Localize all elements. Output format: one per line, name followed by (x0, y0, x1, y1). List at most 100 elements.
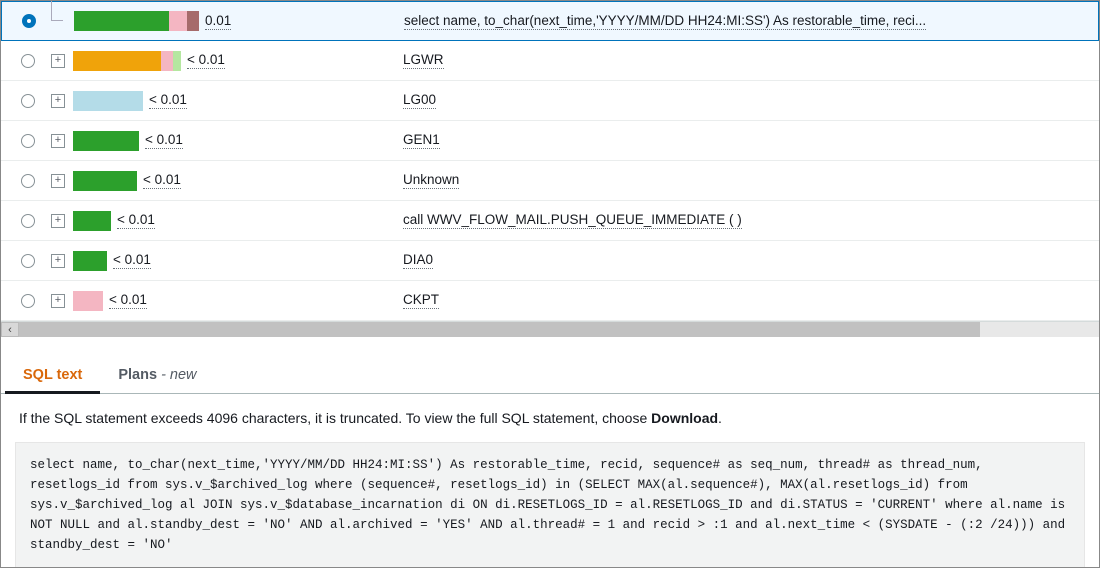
expand-icon[interactable]: + (51, 134, 65, 148)
tab-sql-text[interactable]: SQL text (5, 357, 100, 393)
row-radio[interactable] (21, 54, 35, 68)
load-bar-cell: < 0.01 (73, 291, 403, 311)
radio-cell (13, 54, 43, 68)
sql-code-block: select name, to_char(next_time,'YYYY/MM/… (15, 442, 1085, 568)
load-bar (74, 11, 199, 31)
desc-cell: Unknown (403, 172, 1087, 189)
load-bar (73, 211, 111, 231)
table-row[interactable]: + < 0.01 call WWV_FLOW_MAIL.PUSH_QUEUE_IMM… (1, 201, 1099, 241)
bar-segment (169, 11, 187, 31)
radio-cell (13, 294, 43, 308)
load-bar-cell: < 0.01 (73, 171, 403, 191)
table-row[interactable]: + < 0.01 DIA0 (1, 241, 1099, 281)
table-row[interactable]: 0.01 select name, to_char(next_time,'YYYY… (1, 1, 1099, 41)
bar-segment (73, 51, 161, 71)
scroll-thumb[interactable] (19, 322, 980, 337)
row-radio[interactable] (21, 174, 35, 188)
expand-icon[interactable]: + (51, 174, 65, 188)
load-bar-cell: < 0.01 (73, 51, 403, 71)
expand-icon[interactable]: + (51, 254, 65, 268)
truncation-notice: If the SQL statement exceeds 4096 charac… (1, 394, 1099, 442)
expand-icon[interactable]: + (51, 54, 65, 68)
radio-cell (13, 94, 43, 108)
sql-summary[interactable]: LG00 (403, 92, 436, 109)
horizontal-scrollbar[interactable]: ‹ (1, 321, 1099, 337)
load-bar (73, 291, 103, 311)
bar-segment (74, 11, 169, 31)
row-radio[interactable] (21, 294, 35, 308)
sql-summary[interactable]: GEN1 (403, 132, 440, 149)
scroll-left-button[interactable]: ‹ (1, 322, 19, 337)
notice-text-pre: If the SQL statement exceeds 4096 charac… (19, 410, 651, 426)
load-bar (73, 171, 137, 191)
table-row[interactable]: + < 0.01 GEN1 (1, 121, 1099, 161)
expand-cell: + (43, 94, 73, 108)
scroll-track[interactable] (19, 322, 1099, 337)
expand-icon[interactable]: + (51, 294, 65, 308)
expand-cell: + (43, 54, 73, 68)
download-keyword: Download (651, 410, 718, 426)
desc-cell: select name, to_char(next_time,'YYYY/MM/… (404, 13, 1086, 30)
load-value: < 0.01 (113, 252, 151, 269)
bar-segment (187, 11, 199, 31)
sql-summary[interactable]: LGWR (403, 52, 444, 69)
table-row[interactable]: + < 0.01 LGWR (1, 41, 1099, 81)
radio-cell (14, 14, 44, 28)
tab-plans[interactable]: Plans - new (100, 357, 214, 393)
tree-line-icon (44, 1, 74, 41)
radio-cell (13, 134, 43, 148)
desc-cell: CKPT (403, 292, 1087, 309)
expand-cell: + (43, 214, 73, 228)
load-value: < 0.01 (117, 212, 155, 229)
expand-cell (44, 1, 74, 41)
expand-cell: + (43, 254, 73, 268)
sql-summary[interactable]: Unknown (403, 172, 459, 189)
row-radio[interactable] (21, 214, 35, 228)
load-bar (73, 91, 143, 111)
load-bar-cell: 0.01 (74, 11, 404, 31)
load-value: < 0.01 (187, 52, 225, 69)
desc-cell: LG00 (403, 92, 1087, 109)
row-radio[interactable] (21, 254, 35, 268)
top-sql-table: 0.01 select name, to_char(next_time,'YYYY… (1, 1, 1099, 321)
bar-segment (73, 251, 107, 271)
load-value: 0.01 (205, 13, 231, 30)
row-radio[interactable] (21, 134, 35, 148)
row-radio[interactable] (22, 14, 36, 28)
bar-segment (73, 131, 139, 151)
load-bar (73, 131, 139, 151)
load-bar-cell: < 0.01 (73, 251, 403, 271)
load-bar-cell: < 0.01 (73, 211, 403, 231)
tab-plans-label: Plans (118, 367, 157, 383)
load-value: < 0.01 (145, 132, 183, 149)
notice-text-post: . (718, 410, 722, 426)
bar-segment (73, 171, 137, 191)
expand-cell: + (43, 134, 73, 148)
expand-icon[interactable]: + (51, 214, 65, 228)
load-bar (73, 251, 107, 271)
desc-cell: call WWV_FLOW_MAIL.PUSH_QUEUE_IMMEDIATE … (403, 212, 1087, 229)
bar-segment (173, 51, 181, 71)
tab-plans-suffix: - new (157, 367, 197, 383)
bar-segment (161, 51, 173, 71)
sql-summary[interactable]: CKPT (403, 292, 439, 309)
load-bar-cell: < 0.01 (73, 91, 403, 111)
table-row[interactable]: + < 0.01CKPT (1, 281, 1099, 321)
load-bar-cell: < 0.01 (73, 131, 403, 151)
expand-icon[interactable]: + (51, 94, 65, 108)
desc-cell: GEN1 (403, 132, 1087, 149)
desc-cell: LGWR (403, 52, 1087, 69)
load-value: < 0.01 (149, 92, 187, 109)
sql-summary[interactable]: select name, to_char(next_time,'YYYY/MM/… (404, 13, 926, 30)
sql-summary[interactable]: DIA0 (403, 252, 433, 269)
app-frame: 0.01 select name, to_char(next_time,'YYYY… (0, 0, 1100, 568)
table-row[interactable]: + < 0.01 LG00 (1, 81, 1099, 121)
sql-summary[interactable]: call WWV_FLOW_MAIL.PUSH_QUEUE_IMMEDIATE … (403, 212, 742, 229)
radio-cell (13, 174, 43, 188)
bar-segment (73, 211, 111, 231)
row-radio[interactable] (21, 94, 35, 108)
desc-cell: DIA0 (403, 252, 1087, 269)
radio-cell (13, 254, 43, 268)
load-bar (73, 51, 181, 71)
table-row[interactable]: + < 0.01Unknown (1, 161, 1099, 201)
